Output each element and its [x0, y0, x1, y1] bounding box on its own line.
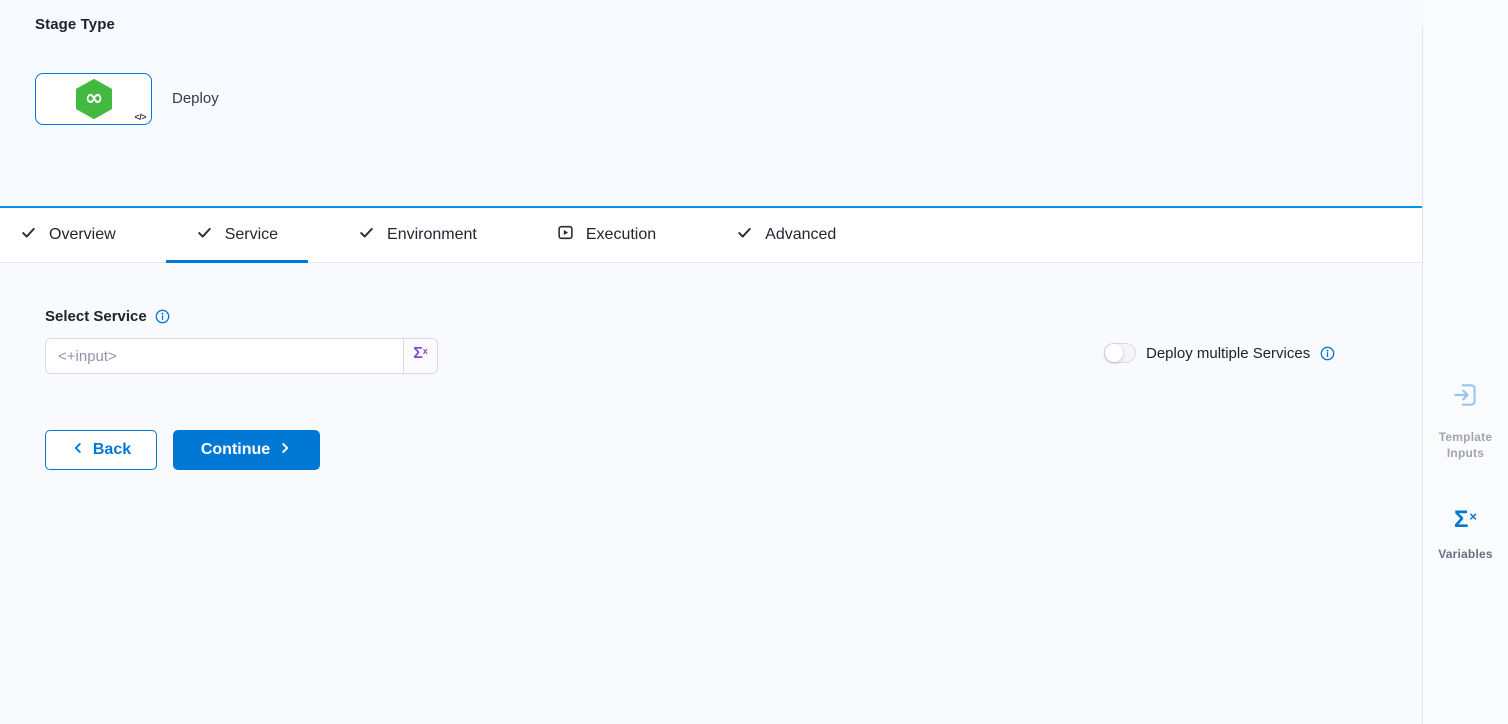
- chevron-right-icon: [278, 441, 292, 460]
- svg-text:∞: ∞: [84, 86, 102, 111]
- tab-execution[interactable]: Execution: [527, 208, 686, 262]
- tab-overview[interactable]: Overview: [0, 208, 146, 262]
- runtime-input-sigma-button[interactable]: Σ x: [403, 338, 438, 374]
- toggle-knob: [1105, 344, 1123, 362]
- template-inputs-button[interactable]: Template Inputs: [1423, 380, 1508, 461]
- variables-button[interactable]: Σ × Variables: [1423, 508, 1508, 562]
- stage-type-name: Deploy: [172, 90, 219, 107]
- tab-label: Advanced: [765, 226, 836, 244]
- check-icon: [358, 224, 375, 246]
- continue-button[interactable]: Continue: [173, 430, 320, 470]
- deploy-multiple-services-group: Deploy multiple Services: [1104, 343, 1335, 363]
- stage-type-section: Stage Type ∞ </> Deploy: [0, 0, 1422, 208]
- tab-label: Overview: [49, 226, 116, 244]
- tab-label: Environment: [387, 226, 477, 244]
- tab-label: Service: [225, 226, 278, 244]
- execution-play-icon: [557, 224, 574, 246]
- back-button-label: Back: [93, 441, 131, 459]
- select-service-label-row: Select Service: [45, 308, 170, 325]
- variables-label: Variables: [1438, 546, 1493, 562]
- tab-advanced[interactable]: Advanced: [706, 208, 866, 262]
- deploy-hexagon-icon: ∞: [75, 79, 113, 119]
- sigma-icon: Σ: [413, 346, 423, 362]
- info-icon[interactable]: [1320, 346, 1335, 361]
- select-service-input[interactable]: [45, 338, 403, 374]
- check-icon: [736, 224, 753, 246]
- tab-label: Execution: [586, 226, 656, 244]
- deploy-multiple-services-toggle[interactable]: [1104, 343, 1136, 363]
- right-utility-sidebar: Template Inputs Σ × Variables: [1422, 0, 1508, 724]
- wizard-buttons-row: Back Continue: [45, 430, 320, 470]
- yaml-code-icon: </>: [134, 112, 146, 122]
- deploy-multiple-services-label: Deploy multiple Services: [1146, 345, 1310, 362]
- select-service-label: Select Service: [45, 308, 147, 325]
- chevron-left-icon: [71, 441, 85, 460]
- continue-button-label: Continue: [201, 441, 270, 459]
- info-icon[interactable]: [155, 309, 170, 324]
- check-icon: [196, 224, 213, 246]
- tab-environment[interactable]: Environment: [328, 208, 507, 262]
- variables-sigma-icon: Σ ×: [1454, 508, 1477, 532]
- check-icon: [20, 224, 37, 246]
- stage-tabbar: Overview Service Environment Execution: [0, 208, 1422, 263]
- service-tab-content: Select Service Σ x Deploy multiple Servi…: [0, 263, 1422, 724]
- tab-service[interactable]: Service: [166, 208, 308, 262]
- stage-type-heading: Stage Type: [35, 16, 115, 33]
- template-inputs-icon: [1451, 380, 1481, 415]
- stage-config-panel: Stage Type ∞ </> Deploy Overview Service: [0, 0, 1422, 724]
- back-button[interactable]: Back: [45, 430, 157, 470]
- select-service-input-row: Σ x: [45, 338, 438, 374]
- deploy-stage-card[interactable]: ∞ </>: [35, 73, 152, 125]
- template-inputs-label: Template Inputs: [1423, 429, 1508, 461]
